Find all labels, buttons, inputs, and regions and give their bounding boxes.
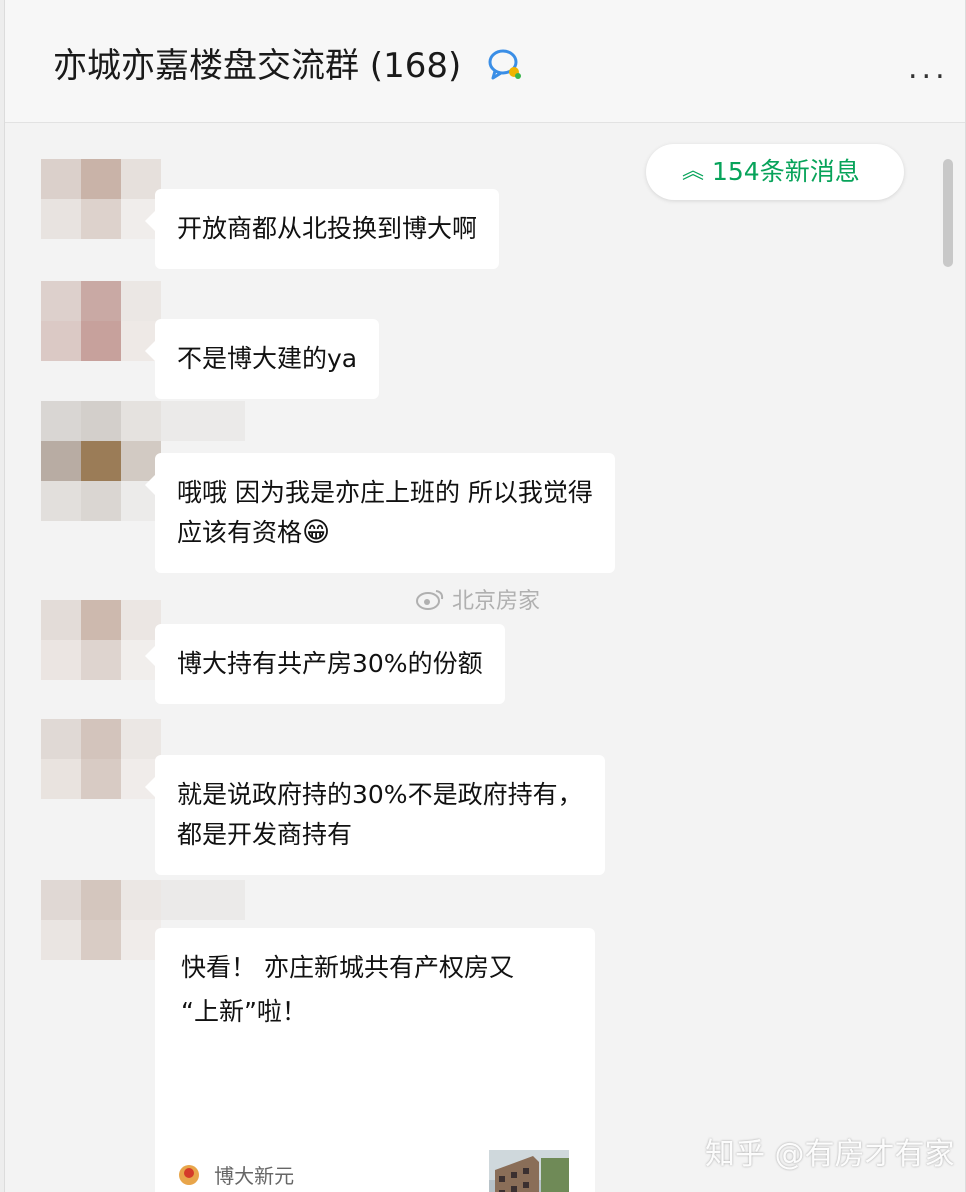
scrollbar-thumb[interactable] <box>943 159 953 267</box>
message-text-line: 哦哦 因为我是亦庄上班的 所以我觉得 <box>177 478 593 507</box>
message-text-line: 就是说政府持的30%不是政府持有， <box>177 780 583 809</box>
new-messages-button[interactable]: ︽ 154条新消息 <box>646 144 904 200</box>
double-chevron-up-icon: ︽ <box>682 159 705 184</box>
card-title-line: “上新”啦！ <box>181 997 307 1026</box>
avatar[interactable] <box>41 159 161 239</box>
message-text: 不是博大建的ya <box>177 344 358 373</box>
watermark-center: 北京房家 <box>415 583 540 615</box>
group-title: 亦城亦嘉楼盘交流群 (168) <box>53 46 462 86</box>
source-logo-icon <box>179 1164 199 1185</box>
card-source-name: 博大新元 <box>214 1164 295 1188</box>
more-options-button[interactable]: ... <box>908 54 949 84</box>
avatar[interactable] <box>41 719 161 799</box>
chat-header: 亦城亦嘉楼盘交流群 (168) ... <box>5 0 965 123</box>
message-bubble[interactable]: 哦哦 因为我是亦庄上班的 所以我觉得 应该有资格😁 <box>145 453 615 573</box>
message-list[interactable]: 开放商都从北投换到博大啊 不是博大建的ya 哦哦 因为我是亦庄上班的 所以我觉得… <box>5 123 965 1192</box>
weibo-logo-icon <box>416 590 444 610</box>
avatar[interactable] <box>41 401 161 521</box>
message-bubble[interactable]: 不是博大建的ya <box>144 319 380 399</box>
group-chat-icon <box>488 49 521 80</box>
message-bubble[interactable]: 就是说政府持的30%不是政府持有， 都是开发商持有 <box>145 755 605 875</box>
avatar[interactable] <box>41 880 161 960</box>
shared-article-card[interactable]: 快看！ 亦庄新城共有产权房又 “上新”啦！ 博大新元 <box>155 928 595 1192</box>
watermark-text: 北京房家 <box>452 589 541 614</box>
message-text: 开放商都从北投换到博大啊 <box>177 214 478 243</box>
card-title-line: 快看！ 亦庄新城共有产权房又 <box>181 953 514 982</box>
message-bubble[interactable]: 开放商都从北投换到博大啊 <box>144 189 500 269</box>
watermark-corner: 知乎 @有房才有家 <box>705 1137 955 1172</box>
new-messages-label: 154条新消息 <box>712 157 860 186</box>
message-text-line: 都是开发商持有 <box>177 820 353 849</box>
chat-window: 亦城亦嘉楼盘交流群 (168) ... 开放商都从北投换到博大啊 不是博大建的y… <box>4 0 966 1192</box>
card-thumbnail-image <box>489 1150 569 1192</box>
message-text-line: 应该有资格 <box>177 518 303 547</box>
avatar[interactable] <box>41 281 161 361</box>
card-title: 快看！ 亦庄新城共有产权房又 “上新”啦！ <box>181 946 581 1034</box>
message-text: 博大持有共产房30%的份额 <box>177 649 483 678</box>
grin-emoji-icon: 😁 <box>302 517 331 548</box>
card-source: 博大新元 <box>177 1160 294 1189</box>
avatar[interactable] <box>41 600 161 680</box>
message-bubble[interactable]: 博大持有共产房30%的份额 <box>145 624 505 704</box>
